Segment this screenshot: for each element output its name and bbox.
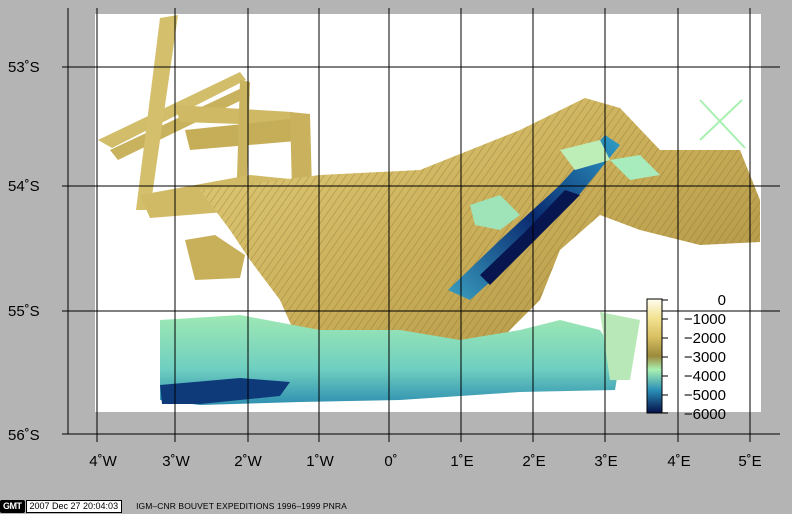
colorbar-tick-label: −2000 (684, 330, 726, 347)
lat-label: 53˚S (8, 59, 40, 76)
colorbar-tick-label: −6000 (684, 406, 726, 423)
lon-label: 1˚W (306, 453, 334, 470)
bathymetry-map: 53˚S 54˚S 55˚S 56˚S 4˚W 3˚W 2˚W 1˚W 0˚ 1… (8, 8, 780, 470)
gmt-timestamp-footer: GMT 2007 Dec 27 20:04:03 IGM–CNR BOUVET … (0, 499, 347, 513)
gmt-logo: GMT (0, 499, 25, 513)
lon-label: 3˚W (162, 453, 190, 470)
colorbar-tick-label: −5000 (684, 387, 726, 404)
lon-label: 2˚E (522, 453, 545, 470)
colorbar: 0 −1000 −2000 −3000 −4000 −5000 −6000 (646, 292, 726, 423)
map-caption: IGM–CNR BOUVET EXPEDITIONS 1996–1999 PNR… (136, 501, 347, 511)
lon-label: 2˚W (234, 453, 262, 470)
colorbar-tick-label: −4000 (684, 368, 726, 385)
lat-label: 54˚S (8, 178, 40, 195)
colorbar-scale (646, 298, 663, 414)
lon-label: 3˚E (594, 453, 617, 470)
latitude-labels: 53˚S 54˚S 55˚S 56˚S (8, 59, 40, 444)
lat-label: 56˚S (8, 427, 40, 444)
longitude-labels: 4˚W 3˚W 2˚W 1˚W 0˚ 1˚E 2˚E 3˚E 4˚E 5˚E (89, 453, 761, 470)
lon-label: 0˚ (384, 453, 397, 470)
lat-label: 55˚S (8, 303, 40, 320)
colorbar-tick-label: 0 (718, 292, 726, 309)
colorbar-tick-label: −3000 (684, 349, 726, 366)
lon-label: 5˚E (738, 453, 761, 470)
colorbar-tick-label: −1000 (684, 311, 726, 328)
lon-label: 4˚E (667, 453, 690, 470)
timestamp: 2007 Dec 27 20:04:03 (25, 499, 123, 513)
lon-label: 1˚E (450, 453, 473, 470)
lon-label: 4˚W (89, 453, 117, 470)
